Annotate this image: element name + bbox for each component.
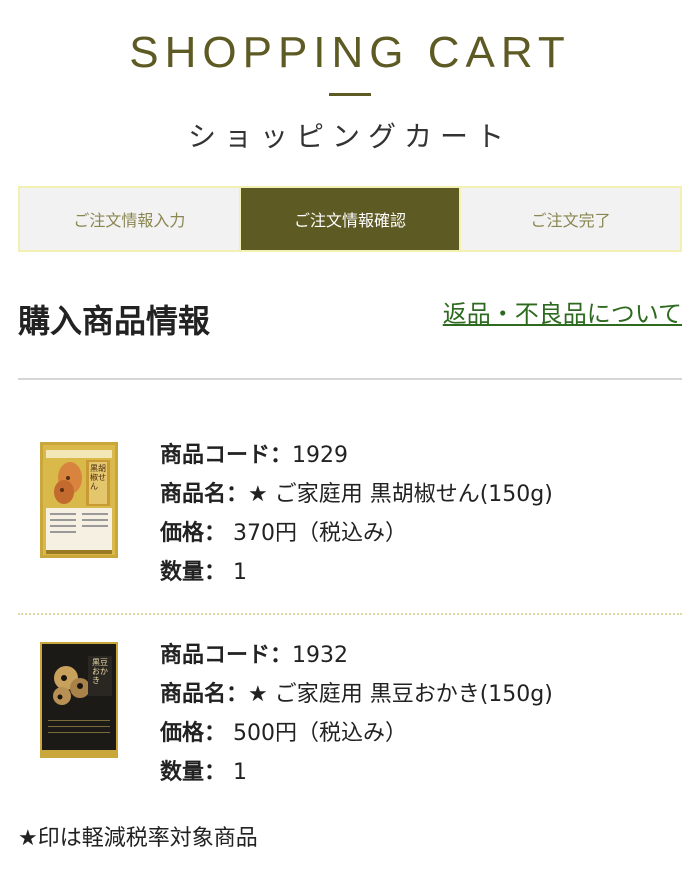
product-image: 黒胡椒せん	[40, 442, 118, 558]
item-price-label: 価格：	[160, 521, 227, 546]
item-name-row: 商品名：★ ご家庭用 黒胡椒せん(150g)	[160, 475, 553, 514]
item-name: ★ ご家庭用 黒豆おかき(150g)	[248, 682, 553, 707]
section-divider	[18, 378, 682, 380]
step-order-complete: ご注文完了	[461, 186, 683, 252]
title-rule	[329, 93, 371, 96]
item-name: ★ ご家庭用 黒胡椒せん(150g)	[248, 482, 553, 507]
cart-item: 黒豆おかき 商品コード：1932 商品名：★ ご家庭用 黒豆おかき(150g) …	[18, 636, 682, 796]
step-order-confirm: ご注文情報確認	[240, 186, 462, 252]
item-price-label: 価格：	[160, 721, 227, 746]
item-name-row: 商品名：★ ご家庭用 黒豆おかき(150g)	[160, 675, 553, 714]
item-name-label: 商品名：	[160, 482, 249, 507]
section-title: 購入商品情報	[18, 302, 211, 340]
item-info: 商品コード：1929 商品名：★ ご家庭用 黒胡椒せん(150g) 価格： 37…	[160, 436, 553, 592]
product-package-text: 黒胡椒せん	[90, 464, 106, 491]
cart-item: 黒胡椒せん 商品コード：1929 商品名：★ ご家庭用 黒胡椒せん(150g) …	[18, 436, 682, 596]
item-price: 500円（税込み）	[233, 721, 408, 746]
item-qty-row: 数量： 1	[160, 553, 553, 592]
item-price-row: 価格： 500円（税込み）	[160, 714, 553, 753]
product-image: 黒豆おかき	[40, 642, 118, 758]
item-code-label: 商品コード：	[160, 643, 293, 668]
item-price: 370円（税込み）	[233, 521, 408, 546]
checkout-steps: ご注文情報入力 ご注文情報確認 ご注文完了	[18, 186, 683, 252]
item-code-label: 商品コード：	[160, 443, 293, 468]
item-code-row: 商品コード：1929	[160, 436, 553, 475]
item-name-label: 商品名：	[160, 682, 249, 707]
product-package-text: 黒豆おかき	[92, 658, 108, 685]
item-divider	[18, 613, 682, 615]
item-qty: 1	[233, 760, 248, 785]
item-qty-label: 数量：	[160, 760, 227, 785]
item-code: 1929	[292, 443, 349, 468]
reduced-tax-footnote: ★印は軽減税率対象商品	[18, 826, 258, 851]
return-policy-link[interactable]: 返品・不良品について	[443, 294, 682, 329]
page-title-en: SHOPPING CART	[129, 28, 571, 77]
item-qty-row: 数量： 1	[160, 753, 553, 792]
item-qty-label: 数量：	[160, 560, 227, 585]
page-title-ja: ショッピングカート	[187, 120, 512, 153]
item-info: 商品コード：1932 商品名：★ ご家庭用 黒豆おかき(150g) 価格： 50…	[160, 636, 553, 792]
item-qty: 1	[233, 560, 248, 585]
item-code-row: 商品コード：1932	[160, 636, 553, 675]
item-price-row: 価格： 370円（税込み）	[160, 514, 553, 553]
item-code: 1932	[292, 643, 349, 668]
step-order-input: ご注文情報入力	[18, 186, 241, 252]
